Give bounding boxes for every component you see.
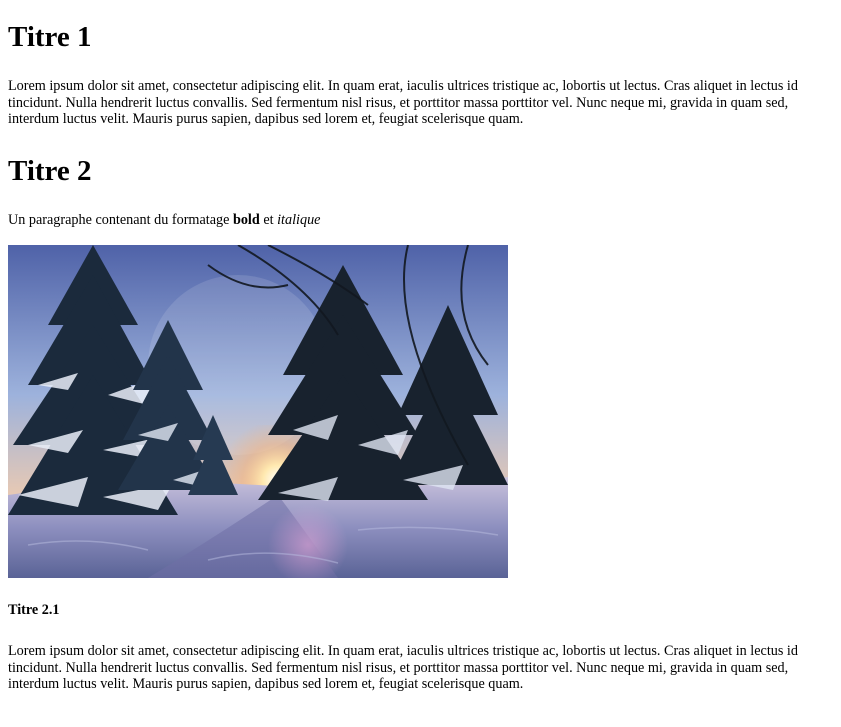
italic-text: italique <box>277 212 321 228</box>
bold-text: bold <box>232 212 260 228</box>
paragraph-middle-text: et <box>259 212 278 228</box>
paragraph-prefix-text: Un paragraphe contenant du formatage <box>8 212 233 228</box>
heading-titre-2-1: Titre 2.1 <box>8 602 60 618</box>
winter-forest-photo <box>8 245 508 578</box>
paragraph-formatting: Un paragraphe contenant du formatage bol… <box>8 212 828 229</box>
heading-titre-1: Titre 1 <box>8 21 92 53</box>
heading-titre-2: Titre 2 <box>8 155 92 187</box>
paragraph-lorem-1: Lorem ipsum dolor sit amet, consectetur … <box>8 78 798 127</box>
paragraph-lorem-2: Lorem ipsum dolor sit amet, consectetur … <box>8 643 798 692</box>
